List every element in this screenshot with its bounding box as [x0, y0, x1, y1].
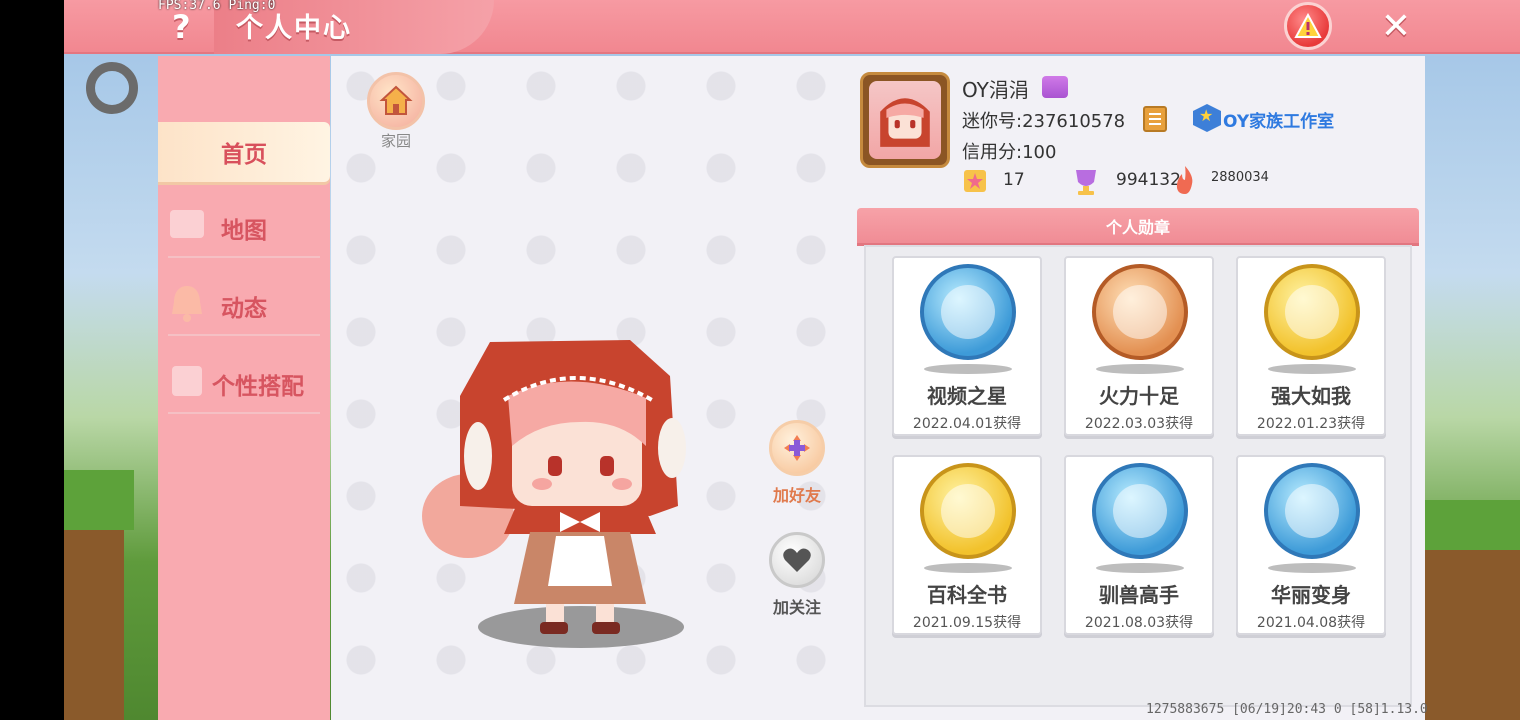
medal-name: 驯兽高手	[1099, 583, 1179, 607]
medal-emblem	[1285, 285, 1339, 339]
map-icon	[170, 210, 204, 238]
medal-date: 2021.09.15获得	[912, 615, 1022, 631]
medal-badge-icon	[1092, 264, 1188, 360]
medal-shadow	[1096, 563, 1184, 573]
sidebar: 首页 地图 动态 个性搭配	[158, 56, 330, 720]
medal-badge-icon	[920, 463, 1016, 559]
mini-id: 迷你号:237610578	[962, 111, 1126, 132]
player-avatar[interactable]	[420, 336, 710, 646]
terrain-block	[1425, 540, 1520, 720]
medal-emblem	[1113, 285, 1167, 339]
medal-shadow	[1096, 364, 1184, 374]
fps-overlay: FPS:37.6 Ping:0	[158, 0, 276, 13]
sidebar-item-feed[interactable]: 动态	[158, 276, 330, 336]
medal-emblem	[941, 285, 995, 339]
credit-score: 信用分:100	[962, 142, 1057, 163]
avatar-face-icon	[880, 98, 930, 147]
sidebar-item-outfit[interactable]: 个性搭配	[158, 354, 330, 414]
medal-name: 火力十足	[1099, 384, 1179, 408]
medal-badge-icon	[1092, 463, 1188, 559]
medal-shadow	[1268, 364, 1356, 374]
terrain-block	[1425, 500, 1520, 550]
add-friend-icon	[784, 435, 810, 461]
medal-card[interactable]: 火力十足 2022.03.03获得	[1064, 256, 1214, 436]
medal-name: 强大如我	[1271, 384, 1351, 408]
medal-name: 百科全书	[927, 583, 1007, 607]
help-icon[interactable]: ?	[172, 8, 191, 46]
medal-date: 2022.04.01获得	[912, 416, 1022, 432]
family-link[interactable]: OY家族工作室	[1223, 107, 1334, 132]
medals-title: 个人勋章	[857, 208, 1419, 246]
close-button[interactable]: ✕	[1376, 6, 1416, 47]
medal-card[interactable]: 强大如我 2022.01.23获得	[1236, 256, 1386, 436]
sidebar-item-label: 首页	[221, 142, 267, 168]
medal-date: 2021.04.08获得	[1256, 615, 1366, 631]
medal-badge-icon	[920, 264, 1016, 360]
sidebar-item-map[interactable]: 地图	[158, 198, 330, 258]
build-info: 1275883675 [06/19]20:43 0 [58]1.13.0	[1146, 702, 1428, 717]
star-icon	[964, 170, 986, 192]
follow-button[interactable]	[769, 532, 825, 588]
stat-value: 2880034	[1211, 170, 1269, 185]
nickname: OY涓涓	[962, 78, 1029, 102]
medal-emblem	[941, 484, 995, 538]
follow-label: 加关注	[772, 598, 821, 617]
sidebar-divider	[168, 334, 320, 336]
medal-card[interactable]: 华丽变身 2021.04.08获得	[1236, 455, 1386, 635]
medal-emblem	[1285, 484, 1339, 538]
medal-card[interactable]: 百科全书 2021.09.15获得	[892, 455, 1042, 635]
medal-shadow	[1268, 563, 1356, 573]
sidebar-divider	[168, 412, 320, 414]
sidebar-item-label: 个性搭配	[212, 374, 304, 400]
profile-avatar[interactable]	[860, 72, 950, 168]
alert-icon	[1294, 13, 1322, 38]
add-friend-label: 加好友	[772, 486, 821, 505]
copy-icon[interactable]	[1143, 106, 1167, 132]
medal-shadow	[924, 563, 1012, 573]
medal-badge-icon	[1264, 463, 1360, 559]
sidebar-divider	[168, 256, 320, 258]
terrain-block	[64, 520, 124, 720]
medal-shadow	[924, 364, 1012, 374]
medal-date: 2022.01.23获得	[1256, 416, 1366, 432]
heart-icon	[783, 548, 811, 572]
ring-icon[interactable]	[86, 62, 138, 114]
sidebar-item-label: 动态	[221, 296, 267, 322]
avatar-portrait	[869, 81, 941, 159]
medal-date: 2021.08.03获得	[1084, 615, 1194, 631]
medal-card[interactable]: 视频之星 2022.04.01获得	[892, 256, 1042, 436]
vip-badge-icon	[1042, 76, 1068, 98]
medal-card[interactable]: 驯兽高手 2021.08.03获得	[1064, 455, 1214, 635]
terrain-block	[64, 470, 134, 530]
sidebar-item-home[interactable]: 首页	[158, 122, 330, 182]
fire-icon	[1176, 166, 1193, 194]
home-icon	[379, 85, 413, 115]
trophy-icon	[1076, 170, 1096, 195]
add-friend-button[interactable]	[769, 420, 825, 476]
medal-name: 华丽变身	[1271, 583, 1351, 607]
medal-emblem	[1113, 484, 1167, 538]
home-button[interactable]	[367, 72, 425, 130]
medal-name: 视频之星	[927, 384, 1007, 408]
bell-icon	[172, 286, 202, 322]
stat-value: 17	[1003, 170, 1025, 190]
home-label: 家园	[380, 132, 411, 150]
medal-date: 2022.03.03获得	[1084, 416, 1194, 432]
medal-badge-icon	[1264, 264, 1360, 360]
outfit-icon	[172, 366, 202, 396]
sidebar-item-label: 地图	[221, 218, 267, 244]
report-button[interactable]	[1284, 2, 1332, 50]
